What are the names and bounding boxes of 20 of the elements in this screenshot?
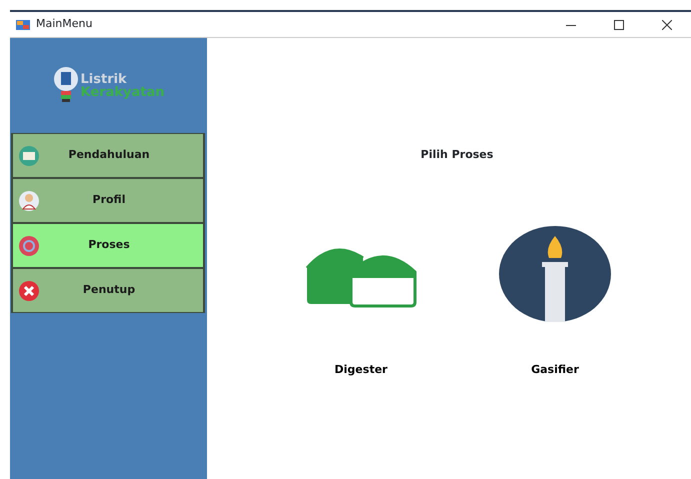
process-option[interactable]: Digester (303, 226, 419, 378)
window-title: MainMenu (36, 16, 92, 32)
option-label: Gasifier (531, 362, 579, 378)
sidebar-item[interactable]: Proses (11, 223, 205, 268)
maximize-icon (614, 20, 624, 30)
gasifier-icon (499, 226, 611, 322)
book-icon (19, 146, 39, 166)
option-label: Digester (334, 362, 388, 378)
logo-text: Listrik (80, 72, 127, 86)
close-icon (662, 20, 672, 30)
sidebar-item[interactable]: Penutup (11, 268, 205, 313)
person-icon (19, 190, 39, 210)
close-icon (19, 280, 39, 300)
sidebar-item[interactable]: Profil (11, 178, 205, 223)
app-icon (16, 18, 30, 30)
process-option[interactable]: Gasifier (499, 226, 611, 378)
gear-icon (19, 236, 39, 256)
section-heading: Pilih Proses (420, 147, 494, 163)
logo-text: Kerakyatan (80, 86, 164, 98)
sidebar-item[interactable]: Pendahuluan (11, 133, 205, 178)
